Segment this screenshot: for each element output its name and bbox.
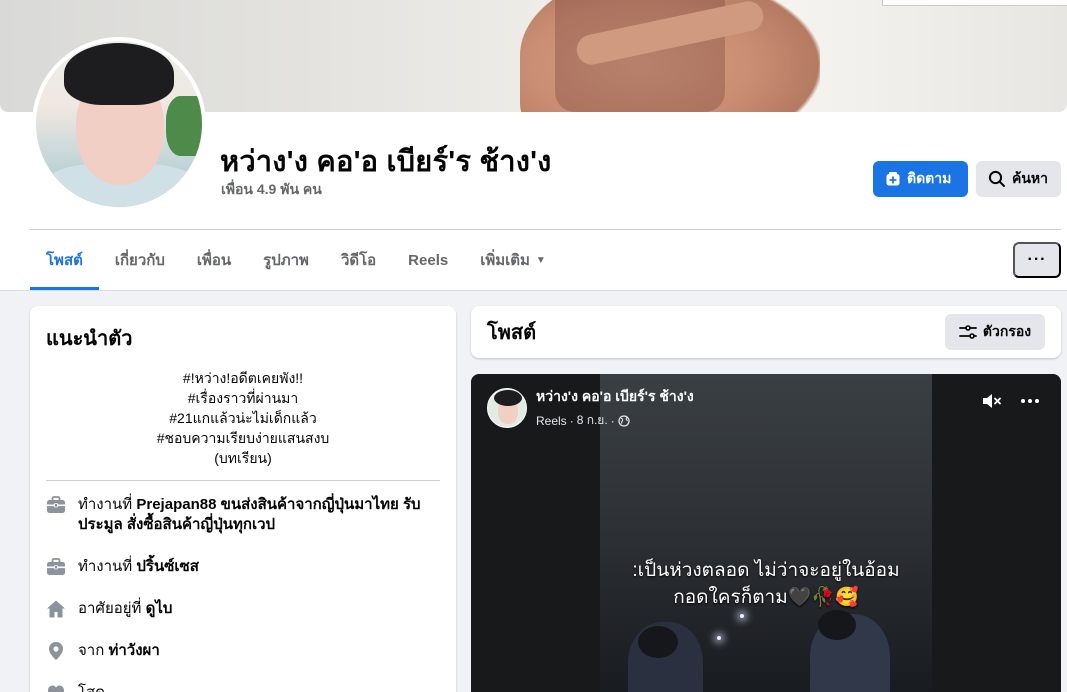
tab-label: Reels	[408, 251, 449, 269]
globe-icon	[618, 414, 630, 427]
bio-line: #21แกแล้วน่ะไม่เด็กแล้ว	[169, 410, 317, 426]
tab-label: เพิ่มเติม	[480, 252, 530, 269]
street-light	[740, 614, 744, 618]
video-person-right-head	[818, 610, 856, 640]
profile-avatar[interactable]	[32, 37, 206, 211]
intro-item-work: ทำงานที่ ปริ้นซ์เซส	[46, 557, 440, 577]
video-person-left-head	[638, 626, 678, 658]
filter-label: ตัวกรอง	[982, 323, 1032, 339]
intro-item-value: โสด	[78, 684, 105, 692]
tab-label: วิดีโอ	[340, 252, 377, 269]
tab-about[interactable]: เกี่ยวกับ	[99, 230, 181, 290]
more-dots-icon: ···	[1027, 251, 1047, 268]
follow-button[interactable]: ติดตาม	[873, 161, 968, 197]
cover-top-edge	[882, 0, 1067, 6]
intro-item-value[interactable]: ท่าวังผา	[108, 642, 159, 659]
bio-line: (บทเรียน)	[214, 450, 272, 466]
follow-icon	[886, 172, 900, 186]
tab-label: เพื่อน	[196, 252, 232, 269]
briefcase-icon	[47, 558, 65, 575]
reel-caption: :เป็นห่วงตลอด ไม่ว่าจะอยู่ในอ้อม กอดใครก…	[600, 557, 932, 611]
tab-photos[interactable]: รูปภาพ	[247, 230, 325, 290]
intro-item-prefix: ทำงานที่	[78, 558, 133, 575]
meta-separator: ·	[569, 413, 574, 428]
reel-date[interactable]: 8 ก.ย.	[577, 411, 608, 430]
heart-icon	[48, 685, 64, 692]
search-button[interactable]: ค้นหา	[976, 161, 1061, 197]
reel-tools	[981, 392, 1039, 410]
bio-line: #ชอบความเรียบง่ายแสนสงบ	[156, 430, 330, 446]
intro-item-work: ทำงานที่ Prejapan88 ขนส่งสินค้าจากญี่ปุ่…	[46, 495, 440, 535]
caption-line: กอดใครก็ตาม🖤🥀🥰	[673, 587, 859, 608]
bio-line: #เรื่องราวที่ผ่านมา	[187, 390, 299, 406]
follow-label: ติดตาม	[907, 170, 952, 186]
friends-count[interactable]: เพื่อน 4.9 พัน คน	[221, 179, 322, 201]
home-icon	[47, 600, 65, 618]
posts-title: โพสต์	[487, 322, 537, 344]
intro-item-relationship: โสด	[46, 683, 440, 692]
tab-label: เกี่ยวกับ	[114, 252, 165, 269]
tab-posts[interactable]: โพสต์	[30, 230, 99, 290]
intro-item-value[interactable]: ดูไบ	[146, 600, 173, 617]
reel-author-avatar[interactable]	[487, 388, 527, 428]
intro-item-prefix: จาก	[78, 642, 105, 659]
tab-label: รูปภาพ	[263, 252, 309, 269]
avatar-hair	[494, 390, 522, 406]
reel-type-label[interactable]: Reels	[536, 414, 567, 428]
intro-bio: #!หว่าง!อดีตเคยพัง!! #เรื่องราวที่ผ่านมา…	[46, 368, 440, 468]
tab-reels[interactable]: Reels	[392, 230, 464, 290]
intro-item-lives: อาศัยอยู่ที่ ดูไบ	[46, 599, 440, 619]
tab-more[interactable]: เพิ่มเติม ▼	[464, 230, 562, 290]
reel-author-name[interactable]: หว่าง'ง คอ'อ เบียร์'ร ช้าง'ง	[536, 386, 694, 408]
posts-header: โพสต์ ตัวกรอง	[471, 306, 1061, 358]
reel-post[interactable]: หว่าง'ง คอ'อ เบียร์'ร ช้าง'ง Reels · 8 ก…	[471, 374, 1061, 692]
caret-down-icon: ▼	[535, 254, 546, 266]
caption-line: :เป็นห่วงตลอด ไม่ว่าจะอยู่ในอ้อม	[632, 560, 900, 581]
more-options-button[interactable]: ···	[1013, 242, 1061, 278]
intro-item-prefix: ทำงานที่	[78, 496, 133, 513]
profile-name: หว่าง'ง คอ'อ เบียร์'ร ช้าง'ง	[220, 146, 552, 178]
bio-line: #!หว่าง!อดีตเคยพัง!!	[182, 370, 304, 386]
briefcase-icon	[47, 496, 65, 513]
intro-divider	[46, 480, 440, 481]
search-label: ค้นหา	[1012, 170, 1049, 186]
intro-item-value[interactable]: ปริ้นซ์เซส	[136, 558, 198, 575]
profile-tabs: โพสต์ เกี่ยวกับ เพื่อน รูปภาพ วิดีโอ Ree…	[30, 230, 562, 290]
tab-friends[interactable]: เพื่อน	[181, 230, 247, 290]
filter-sliders-icon	[958, 325, 977, 339]
location-pin-icon	[49, 642, 63, 660]
avatar-background-trees	[166, 96, 202, 156]
more-dots-icon[interactable]	[1021, 399, 1039, 403]
avatar-hair	[64, 43, 174, 105]
tab-videos[interactable]: วิดีโอ	[325, 230, 392, 290]
search-icon	[988, 170, 1005, 187]
tab-label: โพสต์	[46, 252, 83, 269]
meta-separator: ·	[610, 413, 615, 428]
filter-button[interactable]: ตัวกรอง	[945, 314, 1045, 350]
intro-card: แนะนำตัว #!หว่าง!อดีตเคยพัง!! #เรื่องราว…	[30, 306, 456, 692]
intro-item-from: จาก ท่าวังผา	[46, 641, 440, 661]
profile-picture	[36, 41, 202, 207]
intro-title: แนะนำตัว	[46, 328, 133, 350]
street-light	[717, 636, 721, 640]
intro-item-prefix: อาศัยอยู่ที่	[78, 600, 142, 617]
profile-header: หว่าง'ง คอ'อ เบียร์'ร ช้าง'ง เพื่อน 4.9 …	[0, 0, 1067, 291]
reel-meta: Reels · 8 ก.ย. ·	[536, 411, 694, 430]
reel-header: หว่าง'ง คอ'อ เบียร์'ร ช้าง'ง Reels · 8 ก…	[487, 386, 694, 430]
mute-icon[interactable]	[981, 392, 1003, 410]
